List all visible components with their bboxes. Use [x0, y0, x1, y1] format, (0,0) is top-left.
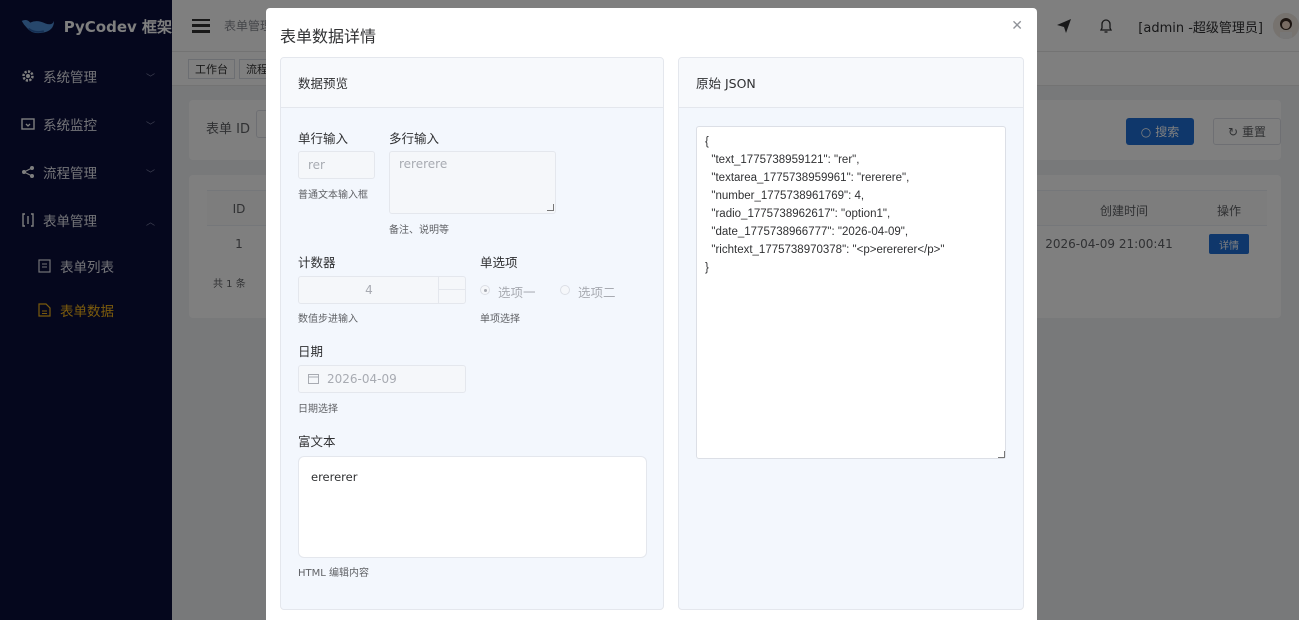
multi-input-hint: 备注、说明等	[389, 225, 449, 236]
raw-json-panel: 原始 JSON { "text_1775738959121": "rer", "…	[678, 57, 1024, 610]
counter-label: 计数器	[298, 255, 336, 270]
single-input-field[interactable]: rer	[298, 151, 375, 179]
single-input-label: 单行输入	[298, 131, 349, 146]
rich-text-content[interactable]: erererer	[298, 456, 647, 558]
calendar-icon	[308, 373, 319, 388]
form-data-detail-dialog: 表单数据详情 ✕ 数据预览 单行输入 rer 普通文本输入框 多行输入 rere…	[266, 8, 1037, 620]
stepper-divider	[439, 289, 466, 290]
panel-title: 原始 JSON	[679, 58, 1023, 108]
radio-label: 单选项	[480, 255, 518, 270]
radio-option-2[interactable]	[560, 285, 570, 295]
date-field[interactable]: 2026-04-09	[298, 365, 466, 393]
multi-input-label: 多行输入	[389, 131, 440, 146]
rich-text-hint: HTML 编辑内容	[298, 568, 370, 579]
resize-handle-icon[interactable]	[998, 451, 1005, 458]
date-label: 日期	[298, 344, 324, 359]
data-preview-panel: 数据预览 单行输入 rer 普通文本输入框 多行输入 rererere 备注、说…	[280, 57, 664, 610]
counter-hint: 数值步进输入	[298, 314, 358, 325]
panel-title: 数据预览	[281, 58, 663, 108]
single-input-hint: 普通文本输入框	[298, 190, 368, 201]
json-textarea[interactable]: { "text_1775738959121": "rer", "textarea…	[696, 126, 1006, 459]
dialog-title: 表单数据详情	[280, 27, 377, 46]
rich-text-label: 富文本	[298, 434, 336, 449]
close-icon[interactable]: ✕	[1011, 18, 1023, 34]
radio-option-1[interactable]	[480, 285, 490, 295]
resize-handle-icon[interactable]	[547, 204, 554, 211]
radio-option-1-label: 选项一	[498, 285, 536, 300]
radio-hint: 单项选择	[480, 314, 520, 325]
radio-option-2-label: 选项二	[578, 285, 616, 300]
multi-input-field[interactable]: rererere	[389, 151, 556, 214]
date-hint: 日期选择	[298, 404, 338, 415]
counter-stepper[interactable]	[438, 277, 466, 303]
